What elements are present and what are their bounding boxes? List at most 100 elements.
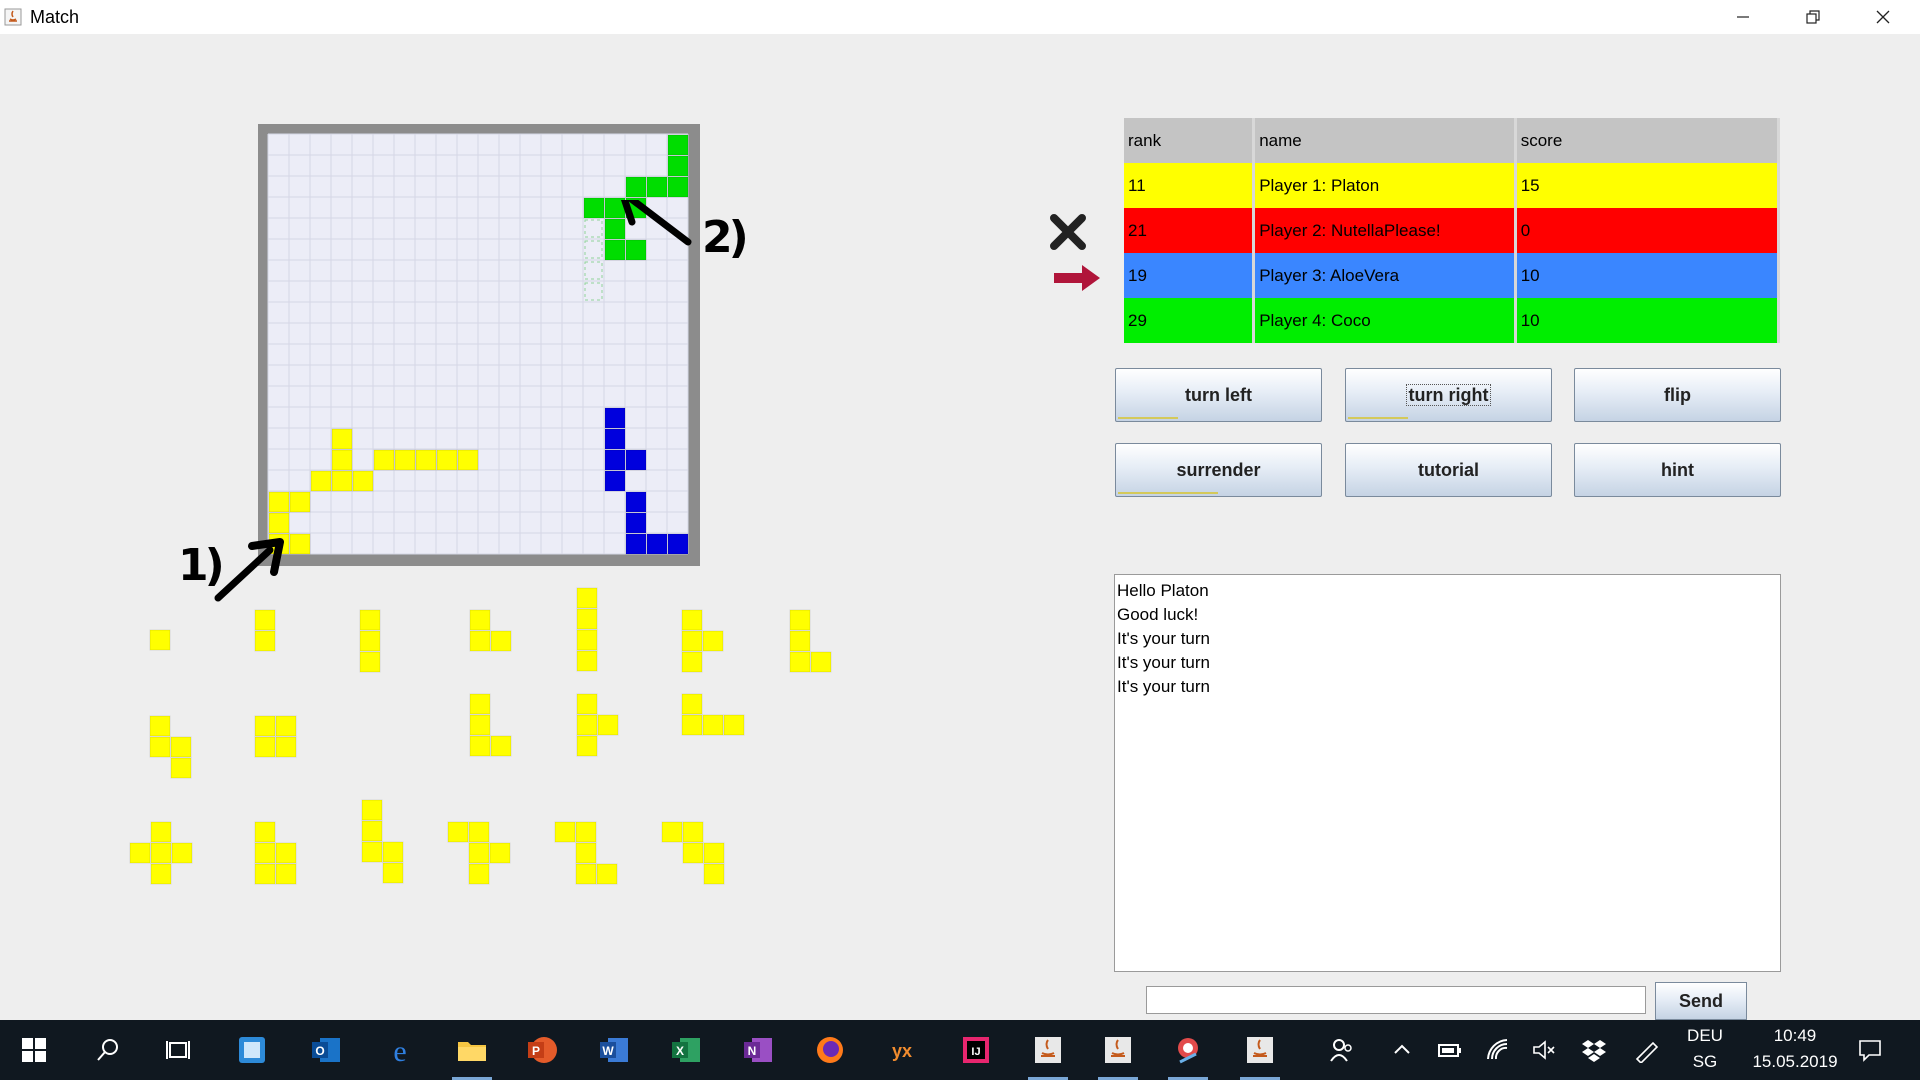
java-icon [1247, 1037, 1273, 1063]
focus-underline [1118, 492, 1218, 494]
available-piece-5[interactable] [576, 587, 598, 672]
taskbar-app-onenote[interactable]: N [738, 1030, 778, 1070]
start-button[interactable] [14, 1030, 54, 1070]
header-score: score [1515, 118, 1781, 163]
piece-tile [382, 841, 404, 863]
piece-tile [575, 821, 597, 843]
available-piece-4[interactable] [469, 609, 512, 652]
piece-tile [150, 821, 172, 843]
taskbar-app-intellij[interactable]: IJ [956, 1030, 996, 1070]
minimize-button[interactable] [1708, 0, 1778, 34]
tutorial-button[interactable]: tutorial [1345, 443, 1552, 497]
rank-cell: 19 [1124, 253, 1256, 298]
available-piece-9[interactable] [254, 715, 297, 758]
flip-button[interactable]: flip [1574, 368, 1781, 422]
input-language[interactable]: DEU [1680, 1026, 1730, 1046]
taskbar-app-java-1[interactable] [1028, 1030, 1068, 1080]
available-piece-18[interactable] [661, 821, 725, 885]
search-button[interactable] [88, 1030, 128, 1070]
piece-tile [170, 736, 192, 758]
battery-button[interactable] [1430, 1030, 1470, 1070]
taskbar-app-outlook[interactable]: O [306, 1030, 346, 1070]
powerpoint-icon: P [528, 1037, 557, 1063]
table-row-player-2: 21 Player 2: NutellaPlease! 0 [1124, 208, 1781, 253]
volume-button[interactable] [1524, 1030, 1564, 1070]
available-piece-13[interactable] [129, 821, 193, 885]
notifications-button[interactable] [1850, 1030, 1890, 1070]
taskbar-app-yx[interactable]: yx [882, 1030, 922, 1070]
piece-tile [170, 757, 192, 779]
available-piece-11[interactable] [576, 693, 619, 757]
taskbar: O e P W X N yx IJ DEU SG 10:49 15.05.201… [0, 1020, 1920, 1080]
taskbar-app-excel[interactable]: X [666, 1030, 706, 1070]
taskbar-app-word[interactable]: W [594, 1030, 634, 1070]
restore-button[interactable] [1778, 0, 1848, 34]
restore-icon [1806, 10, 1820, 24]
piece-tile [254, 630, 276, 652]
green-tile[interactable] [646, 176, 668, 198]
taskbar-app-powerpoint[interactable]: P [522, 1030, 562, 1070]
keyboard-layout[interactable]: SG [1680, 1052, 1730, 1072]
piece-tile [359, 651, 381, 673]
close-icon [1876, 10, 1890, 24]
available-pieces [129, 587, 832, 885]
task-view-button[interactable] [158, 1030, 198, 1070]
piece-tile [150, 863, 172, 885]
taskbar-app-edge[interactable]: e [380, 1030, 420, 1070]
people-button[interactable] [1322, 1030, 1362, 1070]
available-piece-12[interactable] [681, 693, 745, 736]
taskbar-app-notes[interactable] [232, 1030, 272, 1070]
dropbox-icon [1582, 1040, 1606, 1062]
surrender-button[interactable]: surrender [1115, 443, 1322, 497]
available-piece-7[interactable] [789, 609, 832, 673]
available-piece-15[interactable] [361, 799, 404, 884]
flip-label: flip [1664, 384, 1691, 405]
piece-tile [361, 820, 383, 842]
piece-tile [171, 842, 193, 864]
dropbox-button[interactable] [1574, 1030, 1614, 1070]
volume-muted-icon [1533, 1040, 1555, 1060]
taskbar-app-java-2[interactable] [1098, 1030, 1138, 1080]
hint-button[interactable]: hint [1574, 443, 1781, 497]
taskbar-app-java-3[interactable] [1240, 1030, 1280, 1080]
svg-text:O: O [315, 1044, 324, 1058]
name-cell: Player 2: NutellaPlease! [1253, 208, 1517, 253]
clock-date[interactable]: 15.05.2019 [1740, 1052, 1850, 1072]
green-tile[interactable] [625, 176, 647, 198]
available-piece-16[interactable] [447, 821, 511, 885]
chat-input[interactable] [1146, 986, 1646, 1014]
annotation-arrow-2 [620, 200, 692, 246]
tutorial-label: tutorial [1418, 459, 1479, 480]
available-piece-2[interactable] [254, 609, 276, 652]
svg-text:IJ: IJ [971, 1046, 980, 1058]
available-piece-1[interactable] [149, 629, 171, 651]
clock-time[interactable]: 10:49 [1740, 1026, 1850, 1046]
show-hidden-icons-button[interactable] [1382, 1030, 1422, 1070]
pen-button[interactable] [1626, 1030, 1666, 1070]
piece-tile [275, 715, 297, 737]
available-piece-10[interactable] [469, 693, 512, 757]
close-button[interactable] [1848, 0, 1918, 34]
network-button[interactable] [1478, 1030, 1518, 1070]
intellij-icon: IJ [963, 1037, 989, 1063]
available-piece-17[interactable] [554, 821, 618, 885]
piece-tile [469, 630, 491, 652]
available-piece-14[interactable] [254, 821, 297, 885]
green-tile[interactable] [667, 176, 689, 198]
available-piece-3[interactable] [359, 609, 381, 673]
turn-left-button[interactable]: turn left [1115, 368, 1322, 422]
taskbar-app-snipping[interactable] [1168, 1030, 1208, 1080]
piece-tile [576, 735, 598, 757]
chat-log[interactable]: Hello Platon Good luck! It's your turn I… [1114, 574, 1781, 972]
taskbar-app-explorer[interactable] [452, 1030, 492, 1080]
available-piece-8[interactable] [149, 715, 192, 779]
chat-message: It's your turn [1117, 653, 1211, 672]
turn-right-button[interactable]: turn right [1345, 368, 1552, 422]
excel-icon: X [672, 1038, 700, 1062]
java-icon [4, 8, 22, 26]
green-tile[interactable] [667, 134, 689, 156]
available-piece-6[interactable] [681, 609, 724, 673]
green-tile[interactable] [667, 155, 689, 177]
send-button[interactable]: Send [1655, 982, 1747, 1020]
taskbar-app-firefox[interactable] [810, 1030, 850, 1070]
